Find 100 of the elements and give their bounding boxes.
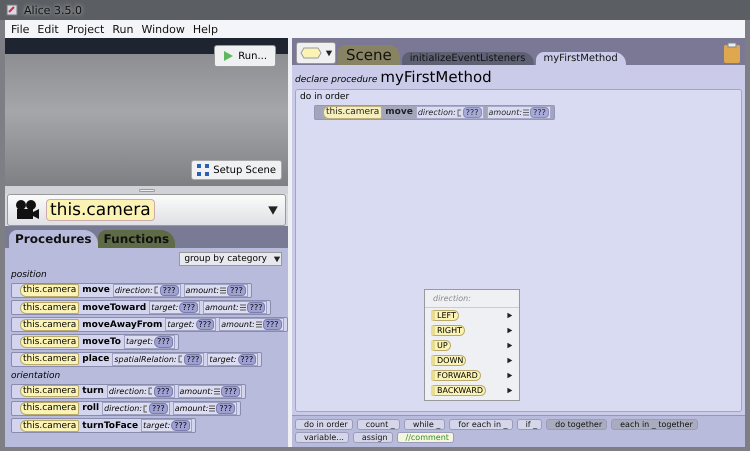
- square-bracket-icon: [178, 355, 183, 364]
- submenu-arrow-icon[interactable]: [506, 327, 513, 334]
- editor-tab[interactable]: myFirstMethod: [536, 52, 626, 65]
- procedure-block[interactable]: this.camera moveToward target: ??? amount: ???: [11, 300, 272, 316]
- argument-value[interactable]: ???: [227, 284, 246, 296]
- argument-slot[interactable]: amount: ???: [486, 106, 551, 120]
- lines-icon: [523, 109, 530, 116]
- menu-item[interactable]: UP: [425, 338, 519, 353]
- splitter-handle[interactable]: [138, 188, 154, 192]
- control-block[interactable]: variable...: [295, 432, 349, 443]
- submenu-arrow-icon[interactable]: [506, 357, 513, 364]
- argument-value[interactable]: ???: [184, 354, 202, 365]
- argument-slot[interactable]: target: ???: [165, 318, 216, 332]
- expand-icon: [197, 164, 210, 176]
- dropdown-caret-icon[interactable]: [273, 255, 281, 263]
- type-dropdown[interactable]: [296, 42, 336, 64]
- argument-slot[interactable]: direction: ???: [112, 284, 181, 298]
- argument-slot[interactable]: target: ???: [207, 352, 258, 366]
- argument-value[interactable]: ???: [154, 336, 173, 348]
- argument-slot[interactable]: amount: ???: [172, 402, 238, 416]
- menu-item[interactable]: FORWARD: [425, 368, 519, 383]
- argument-slot[interactable]: target: ???: [141, 419, 192, 432]
- argument-value[interactable]: ???: [149, 402, 168, 414]
- argument-value[interactable]: ???: [262, 319, 282, 330]
- argument-value[interactable]: ???: [160, 284, 179, 296]
- menu-item[interactable]: Run: [112, 22, 134, 36]
- app-icon: [6, 4, 18, 16]
- argument-slot[interactable]: target: ???: [124, 335, 175, 349]
- menu-item[interactable]: Project: [66, 22, 104, 36]
- procedure-name: move: [82, 285, 110, 296]
- procedure-name: move: [385, 107, 413, 118]
- argument-value[interactable]: ???: [246, 302, 266, 314]
- menu-item[interactable]: Window: [141, 22, 185, 36]
- submenu-arrow-icon[interactable]: [506, 372, 513, 379]
- control-block[interactable]: if _: [516, 419, 542, 430]
- enum-value: RIGHT: [431, 325, 466, 336]
- clipboard-icon[interactable]: [723, 42, 741, 64]
- argument-value[interactable]: ???: [530, 107, 549, 118]
- argument-value[interactable]: ???: [216, 402, 236, 414]
- menu-item[interactable]: LEFT: [425, 308, 519, 323]
- argument-label: amount:: [221, 320, 255, 330]
- menu-item[interactable]: Help: [192, 22, 218, 36]
- submenu-arrow-icon[interactable]: [506, 312, 513, 319]
- argument-slot[interactable]: amount: ???: [203, 301, 268, 314]
- procedure-block[interactable]: this.camera roll direction: ??? amount: ???: [11, 400, 242, 416]
- procedure-name: turnToFace: [82, 420, 138, 431]
- control-block[interactable]: do in order: [295, 419, 353, 430]
- lines-icon: [220, 286, 226, 294]
- group-dropdown[interactable]: group by category: [179, 252, 282, 266]
- argument-slot[interactable]: target: ???: [149, 301, 200, 314]
- procedure-block[interactable]: this.camera move direction: ??? amount: ???: [11, 282, 252, 298]
- control-block[interactable]: //comment: [396, 432, 454, 443]
- control-block[interactable]: while _: [404, 419, 446, 430]
- editor-tab[interactable]: Scene: [338, 45, 400, 65]
- argument-value[interactable]: ???: [462, 107, 482, 118]
- control-block[interactable]: do together: [546, 419, 608, 430]
- menu-item[interactable]: File: [11, 22, 30, 36]
- object-tile: this.camera: [20, 318, 80, 332]
- object-selector[interactable]: this.camera: [7, 194, 286, 226]
- category-label: position: [11, 271, 48, 281]
- menu-item[interactable]: BACKWARD: [425, 383, 519, 398]
- argument-slot[interactable]: direction: ???: [416, 106, 484, 120]
- menu-item[interactable]: DOWN: [425, 353, 519, 368]
- lines-icon: [240, 304, 246, 312]
- play-icon: [223, 50, 234, 62]
- control-block[interactable]: for each in _: [449, 419, 513, 430]
- palette-tab[interactable]: Procedures: [9, 230, 98, 248]
- argument-value[interactable]: ???: [196, 319, 214, 330]
- argument-slot[interactable]: amount: ???: [219, 318, 284, 332]
- submenu-arrow-icon[interactable]: [506, 342, 513, 349]
- menu-item[interactable]: RIGHT: [425, 323, 519, 338]
- dropdown-caret-icon[interactable]: [267, 204, 279, 216]
- control-block[interactable]: count _: [356, 419, 400, 430]
- control-block[interactable]: assign: [352, 432, 393, 443]
- argument-value[interactable]: ???: [154, 386, 173, 397]
- object-tile: this.camera: [20, 353, 80, 366]
- argument-slot[interactable]: amount: ???: [178, 384, 242, 398]
- argument-slot[interactable]: spatialRelation: ???: [112, 352, 204, 366]
- control-block[interactable]: each in _ together: [611, 419, 698, 430]
- argument-label: target:: [151, 303, 178, 312]
- menu-item[interactable]: Edit: [37, 22, 59, 36]
- procedure-block[interactable]: this.camera turn direction: ??? amount: ???: [11, 384, 246, 399]
- menu-title: direction:: [425, 290, 519, 308]
- setup-scene-button[interactable]: Setup Scene: [191, 160, 282, 180]
- argument-value[interactable]: ???: [179, 302, 198, 314]
- argument-slot[interactable]: direction: ???: [106, 384, 175, 398]
- argument-label: amount:: [174, 404, 208, 414]
- argument-slot[interactable]: direction: ???: [102, 402, 170, 416]
- dropdown-caret-icon[interactable]: [324, 48, 332, 56]
- procedure-block[interactable]: this.camera moveAwayFrom target: ??? amount: ???: [11, 317, 288, 332]
- argument-slot[interactable]: amount: ???: [184, 284, 248, 298]
- procedure-block[interactable]: this.camera moveTo target: ???: [11, 334, 179, 350]
- run-button[interactable]: Run...: [214, 45, 276, 67]
- procedure-block[interactable]: this.camera place spatialRelation: ??? target: ???: [11, 352, 262, 367]
- submenu-arrow-icon[interactable]: [506, 387, 513, 394]
- procedure-block[interactable]: this.camera move direction: ??? amount: ???: [314, 105, 555, 120]
- argument-value[interactable]: ???: [238, 354, 256, 365]
- argument-value[interactable]: ???: [171, 420, 190, 432]
- argument-value[interactable]: ???: [221, 386, 240, 397]
- procedure-block[interactable]: this.camera turnToFace target: ???: [11, 418, 196, 434]
